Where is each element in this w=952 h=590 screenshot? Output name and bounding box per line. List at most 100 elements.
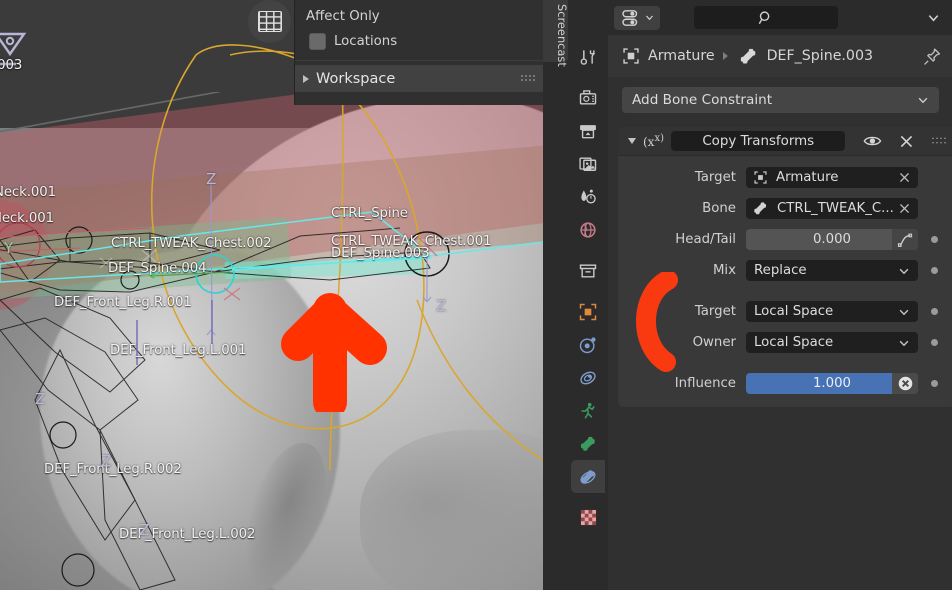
constraint-name-field[interactable]: Copy Transforms	[671, 131, 846, 151]
bone-label: CTRL_TWEAK_Chest.002	[111, 236, 272, 251]
constraint-field-bone: Bone CTRL_TWEAK_C...	[618, 197, 952, 220]
chevron-down-icon	[645, 15, 653, 21]
images-icon	[579, 157, 597, 171]
bone-label: DEF_Spine.004	[108, 261, 207, 276]
sidebar-item-bone-constraints[interactable]	[571, 460, 605, 493]
screencast-tab[interactable]: Screencast	[543, 0, 569, 67]
sidebar-item-collection[interactable]	[571, 254, 605, 287]
bone-icon	[754, 202, 767, 215]
bone-label: DEF_Spine.003	[331, 246, 430, 261]
field-label: Head/Tail	[675, 232, 736, 247]
animate-decorator-dot[interactable]	[931, 267, 938, 274]
grid-icon[interactable]	[248, 0, 291, 43]
eye-icon[interactable]	[863, 134, 882, 148]
sidebar-item-texture[interactable]	[571, 501, 605, 534]
chevron-down-icon	[899, 268, 909, 274]
sidebar-item-object[interactable]	[571, 295, 605, 328]
owner-space-dropdown[interactable]: Local Space	[746, 332, 918, 353]
bone-label: Neck.001	[0, 185, 56, 200]
axis-label-y: Y	[4, 239, 14, 257]
popup-section-title: Affect Only	[306, 9, 380, 24]
close-x-icon[interactable]	[898, 202, 911, 215]
field-value: CTRL_TWEAK_C...	[777, 201, 894, 216]
field-label: Target	[694, 170, 736, 185]
head-tail-slider[interactable]: 0.000	[746, 229, 918, 250]
field-value: 1.000	[812, 376, 852, 391]
sidebar-item-object-constraints[interactable]	[571, 394, 605, 427]
armature-object-icon	[754, 171, 767, 184]
animate-decorator-dot[interactable]	[931, 339, 938, 346]
animate-decorator-dot[interactable]	[931, 236, 938, 243]
constraint-panel-body: Target Armature Bone CTRL_TWEAK_C... Hea…	[618, 156, 952, 407]
tool-popup-panel[interactable]: Affect Only Locations Workspace	[294, 0, 544, 105]
workspace-label: Workspace	[316, 70, 396, 87]
axis-label-z: Z	[35, 390, 46, 408]
sidebar-item-view-layer[interactable]	[571, 147, 605, 180]
mix-dropdown[interactable]: Replace	[746, 260, 918, 281]
bone-label: CTRL_Spine	[331, 206, 408, 221]
bone-label: DEF_Front_Leg.R.002	[44, 462, 182, 477]
pin-icon[interactable]	[923, 47, 942, 70]
sidebar-item-object-data[interactable]	[571, 427, 605, 460]
bone-icon	[580, 436, 595, 451]
wrench-orbit-icon	[579, 336, 596, 353]
animate-decorator-dot[interactable]	[931, 308, 938, 315]
field-label: Influence	[674, 376, 736, 391]
field-label: Owner	[692, 335, 736, 350]
field-label: Target	[694, 304, 736, 319]
breadcrumb-armature[interactable]: Armature	[648, 48, 715, 64]
sidebar-item-output[interactable]	[571, 114, 605, 147]
breadcrumb[interactable]: Armature DEF_Spine.003	[608, 35, 952, 77]
sidebar-item-scene[interactable]	[571, 180, 605, 213]
close-x-icon[interactable]	[898, 171, 911, 184]
running-man-icon	[581, 402, 595, 418]
add-bone-constraint-button[interactable]: Add Bone Constraint	[622, 87, 939, 113]
sidebar-item-render[interactable]	[571, 81, 605, 114]
constraint-panel: (xx) Copy Transforms Target Armature Bon…	[618, 127, 952, 407]
close-x-icon[interactable]	[899, 134, 914, 149]
sidebar-item-world[interactable]	[571, 213, 605, 246]
checker-icon	[580, 509, 596, 526]
grip-dots-icon[interactable]	[931, 136, 946, 146]
target-bone-field[interactable]: CTRL_TWEAK_C...	[746, 198, 918, 219]
chevron-down-icon	[899, 309, 909, 315]
search-input[interactable]	[694, 6, 838, 29]
editor-type-button[interactable]	[614, 5, 660, 30]
world-globe-icon	[580, 221, 596, 238]
sidebar-item-modifiers[interactable]	[571, 328, 605, 361]
copy-transforms-icon: (xx)	[643, 133, 664, 149]
triangle-down-icon[interactable]	[628, 138, 636, 144]
tool-icon	[580, 49, 596, 65]
constraint-panel-header[interactable]: (xx) Copy Transforms	[618, 127, 952, 156]
locations-label: Locations	[334, 34, 398, 49]
animate-x-icon[interactable]	[892, 373, 918, 394]
sidebar-item-physics[interactable]	[571, 361, 605, 394]
influence-slider[interactable]: 1.000	[746, 373, 918, 394]
properties-tab-column[interactable]	[568, 0, 608, 590]
constraint-field-target-object: Target Armature	[618, 166, 952, 189]
locations-checkbox-row[interactable]: Locations	[295, 24, 544, 50]
chevron-down-icon	[928, 15, 938, 22]
chevron-down-icon	[899, 340, 909, 346]
locations-checkbox[interactable]	[309, 33, 326, 50]
chevron-right-icon	[722, 52, 728, 60]
field-value: 0.000	[812, 232, 852, 247]
sidebar-item-tool[interactable]	[571, 40, 605, 73]
bone-icon	[740, 48, 755, 64]
scene-cone-icon	[581, 189, 596, 203]
gizmo-axis-label: .003	[0, 58, 23, 73]
axis-label-z: Z	[436, 297, 447, 315]
physics-orbit-icon	[580, 371, 596, 384]
target-space-dropdown[interactable]: Local Space	[746, 301, 918, 322]
animate-decorator-dot[interactable]	[931, 380, 938, 387]
blender-window: .003 Neck.001 Neck.001 CTRL_TWEAK_Chest.…	[0, 0, 952, 590]
target-object-field[interactable]: Armature	[746, 167, 918, 188]
object-square-icon	[579, 303, 597, 320]
grip-dots-icon[interactable]	[520, 74, 536, 83]
header-options-button[interactable]	[922, 6, 944, 29]
field-label: Mix	[712, 263, 736, 278]
field-value: Local Space	[754, 335, 834, 350]
breadcrumb-bone[interactable]: DEF_Spine.003	[767, 48, 873, 64]
curve-icon[interactable]	[892, 229, 918, 250]
workspace-section-header[interactable]: Workspace	[295, 65, 544, 92]
